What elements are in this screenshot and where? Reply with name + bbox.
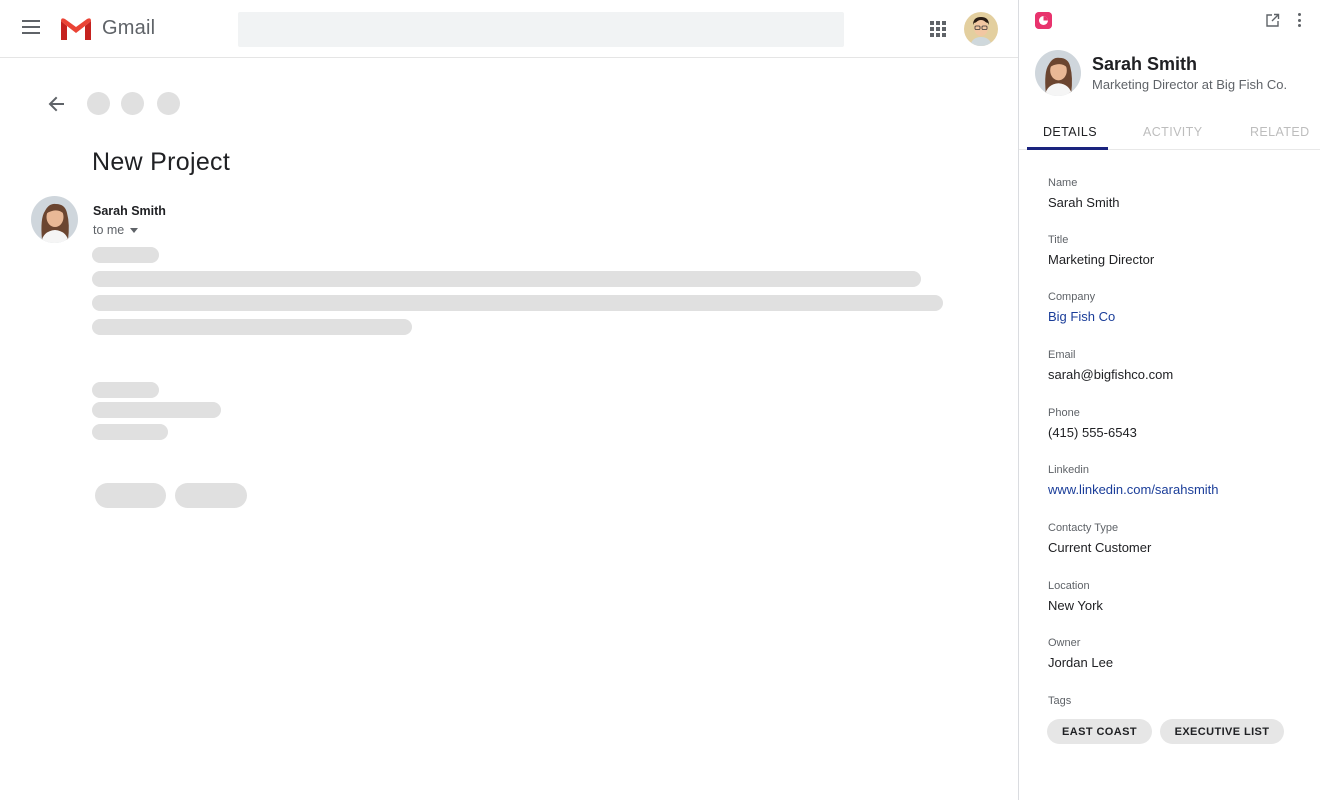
body-placeholder (92, 271, 921, 287)
field-label: Tags (1048, 695, 1072, 707)
signature-placeholder (92, 424, 168, 440)
field-value: (415) 555-6543 (1048, 425, 1137, 440)
recipient-label: to me (93, 223, 125, 237)
field-label: Email (1048, 349, 1076, 361)
gmail-header: Gmail (0, 0, 1018, 58)
gmail-wordmark: Gmail (102, 17, 156, 39)
contact-subtitle: Marketing Director at Big Fish Co. (1092, 77, 1288, 92)
toolbar-placeholder-icon[interactable] (121, 92, 144, 115)
caret-down-icon (130, 228, 139, 234)
tab-related[interactable]: RELATED (1250, 125, 1310, 139)
gmail-logo[interactable] (59, 16, 93, 42)
sender-name: Sarah Smith (93, 204, 166, 218)
email-subject: New Project (92, 148, 231, 176)
toolbar-placeholder-icon[interactable] (87, 92, 110, 115)
tab-details[interactable]: DETAILS (1043, 125, 1097, 139)
field-label: Title (1048, 234, 1069, 246)
menu-icon[interactable] (22, 20, 40, 34)
search-input[interactable] (238, 12, 844, 47)
field-company: Company Big Fish Co (1048, 291, 1308, 324)
field-tags: Tags (1048, 695, 1308, 710)
field-value: New York (1048, 598, 1103, 613)
field-label: Phone (1048, 407, 1080, 419)
field-title: Title Marketing Director (1048, 234, 1308, 267)
field-email: Email sarah@bigfishco.com (1048, 349, 1308, 382)
more-vert-icon[interactable] (1298, 13, 1302, 28)
field-value: sarah@bigfishco.com (1048, 367, 1174, 382)
forward-button-placeholder[interactable] (175, 483, 247, 508)
field-phone: Phone (415) 555-6543 (1048, 407, 1308, 440)
signature-placeholder (92, 402, 221, 418)
contact-panel: Sarah Smith Marketing Director at Big Fi… (1018, 0, 1320, 800)
tag-chip[interactable]: EXECUTIVE LIST (1160, 719, 1284, 744)
field-name: Name Sarah Smith (1048, 177, 1308, 210)
field-owner: Owner Jordan Lee (1048, 637, 1308, 670)
field-linkedin: Linkedin www.linkedin.com/sarahsmith (1048, 464, 1308, 497)
field-label: Contacty Type (1048, 522, 1119, 534)
open-in-new-icon[interactable] (1265, 13, 1280, 28)
field-label: Owner (1048, 637, 1081, 649)
field-value: Marketing Director (1048, 252, 1155, 267)
body-placeholder (92, 295, 943, 311)
linkedin-link[interactable]: www.linkedin.com/sarahsmith (1048, 482, 1308, 497)
field-value: Sarah Smith (1048, 195, 1120, 210)
field-label: Linkedin (1048, 464, 1089, 476)
sender-avatar[interactable] (31, 196, 78, 243)
field-location: Location New York (1048, 580, 1308, 613)
reply-button-placeholder[interactable] (95, 483, 166, 508)
field-value: Current Customer (1048, 540, 1152, 555)
body-placeholder (92, 247, 159, 263)
signature-placeholder (92, 382, 159, 398)
brand-icon[interactable] (1035, 12, 1052, 29)
body-placeholder (92, 319, 412, 335)
company-link[interactable]: Big Fish Co (1048, 309, 1308, 324)
tag-chip[interactable]: EAST COAST (1047, 719, 1152, 744)
field-label: Location (1048, 580, 1090, 592)
recipient-dropdown[interactable]: to me (93, 223, 139, 237)
field-value: Jordan Lee (1048, 655, 1114, 670)
field-label: Company (1048, 291, 1096, 303)
field-contact-type: Contacty Type Current Customer (1048, 522, 1308, 555)
toolbar-placeholder-icon[interactable] (157, 92, 180, 115)
account-avatar[interactable] (964, 12, 998, 46)
panel-tabs: DETAILS ACTIVITY RELATED (1019, 116, 1320, 150)
field-label: Name (1048, 177, 1078, 189)
back-arrow-icon[interactable] (46, 94, 66, 114)
tab-activity[interactable]: ACTIVITY (1143, 125, 1202, 139)
contact-name: Sarah Smith (1092, 54, 1198, 74)
contact-avatar (1035, 50, 1081, 96)
apps-icon[interactable] (930, 21, 946, 37)
active-tab-indicator (1027, 147, 1108, 150)
